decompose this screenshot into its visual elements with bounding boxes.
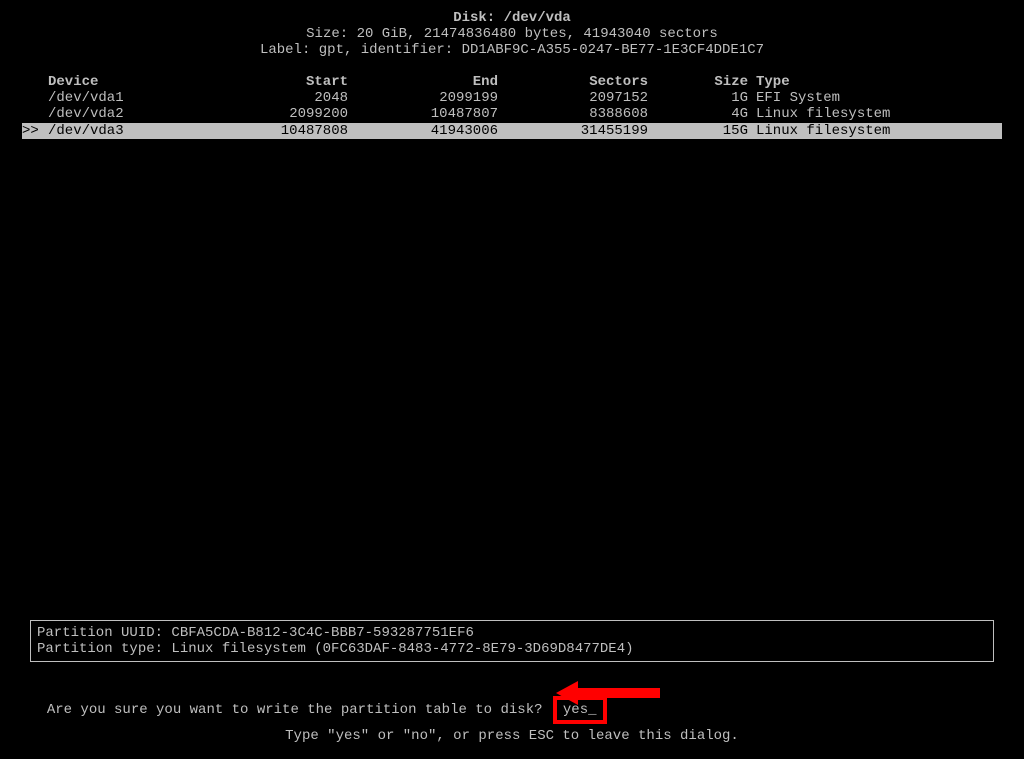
row-start: 2048 xyxy=(198,90,348,106)
annotation-arrow xyxy=(556,681,660,705)
arrow-left-icon xyxy=(556,681,578,705)
row-sectors: 31455199 xyxy=(498,123,648,139)
col-mark xyxy=(22,74,48,90)
col-type: Type xyxy=(748,74,1002,90)
table-row[interactable]: >> /dev/vda3 10487808 41943006 31455199 … xyxy=(22,123,1002,139)
row-device: /dev/vda3 xyxy=(48,123,198,139)
row-type: Linux filesystem xyxy=(748,106,1002,122)
disk-header: Disk: /dev/vda Size: 20 GiB, 21474836480… xyxy=(22,10,1002,58)
partition-info-box: Partition UUID: CBFA5CDA-B812-3C4C-BBB7-… xyxy=(30,620,994,662)
row-type: EFI System xyxy=(748,90,1002,106)
col-device: Device xyxy=(48,74,198,90)
col-start: Start xyxy=(198,74,348,90)
row-size: 4G xyxy=(648,106,748,122)
partition-table: Device Start End Sectors Size Type /dev/… xyxy=(22,74,1002,138)
row-end: 10487807 xyxy=(348,106,498,122)
row-end: 2099199 xyxy=(348,90,498,106)
row-size: 15G xyxy=(648,123,748,139)
row-mark xyxy=(22,106,48,122)
disk-size: Size: 20 GiB, 21474836480 bytes, 4194304… xyxy=(22,26,1002,42)
partition-uuid: Partition UUID: CBFA5CDA-B812-3C4C-BBB7-… xyxy=(37,625,987,641)
col-sectors: Sectors xyxy=(498,74,648,90)
disk-path: Disk: /dev/vda xyxy=(22,10,1002,26)
disk-label: Label: gpt, identifier: DD1ABF9C-A355-02… xyxy=(22,42,1002,58)
col-size: Size xyxy=(648,74,748,90)
row-mark xyxy=(22,90,48,106)
row-start: 10487808 xyxy=(198,123,348,139)
table-row[interactable]: /dev/vda2 2099200 10487807 8388608 4G Li… xyxy=(22,106,1002,122)
row-size: 1G xyxy=(648,90,748,106)
prompt-question: Are you sure you want to write the parti… xyxy=(47,702,551,718)
table-row[interactable]: /dev/vda1 2048 2099199 2097152 1G EFI Sy… xyxy=(22,90,1002,106)
row-start: 2099200 xyxy=(198,106,348,122)
row-sectors: 2097152 xyxy=(498,90,648,106)
row-device: /dev/vda2 xyxy=(48,106,198,122)
arrow-shaft xyxy=(578,688,660,698)
col-end: End xyxy=(348,74,498,90)
row-device: /dev/vda1 xyxy=(48,90,198,106)
confirm-prompt: Are you sure you want to write the parti… xyxy=(30,680,994,724)
row-type: Linux filesystem xyxy=(748,123,1002,139)
table-header-row: Device Start End Sectors Size Type xyxy=(22,74,1002,90)
row-mark: >> xyxy=(22,123,48,139)
row-sectors: 8388608 xyxy=(498,106,648,122)
dialog-hint: Type "yes" or "no", or press ESC to leav… xyxy=(0,728,1024,744)
row-end: 41943006 xyxy=(348,123,498,139)
partition-type: Partition type: Linux filesystem (0FC63D… xyxy=(37,641,987,657)
